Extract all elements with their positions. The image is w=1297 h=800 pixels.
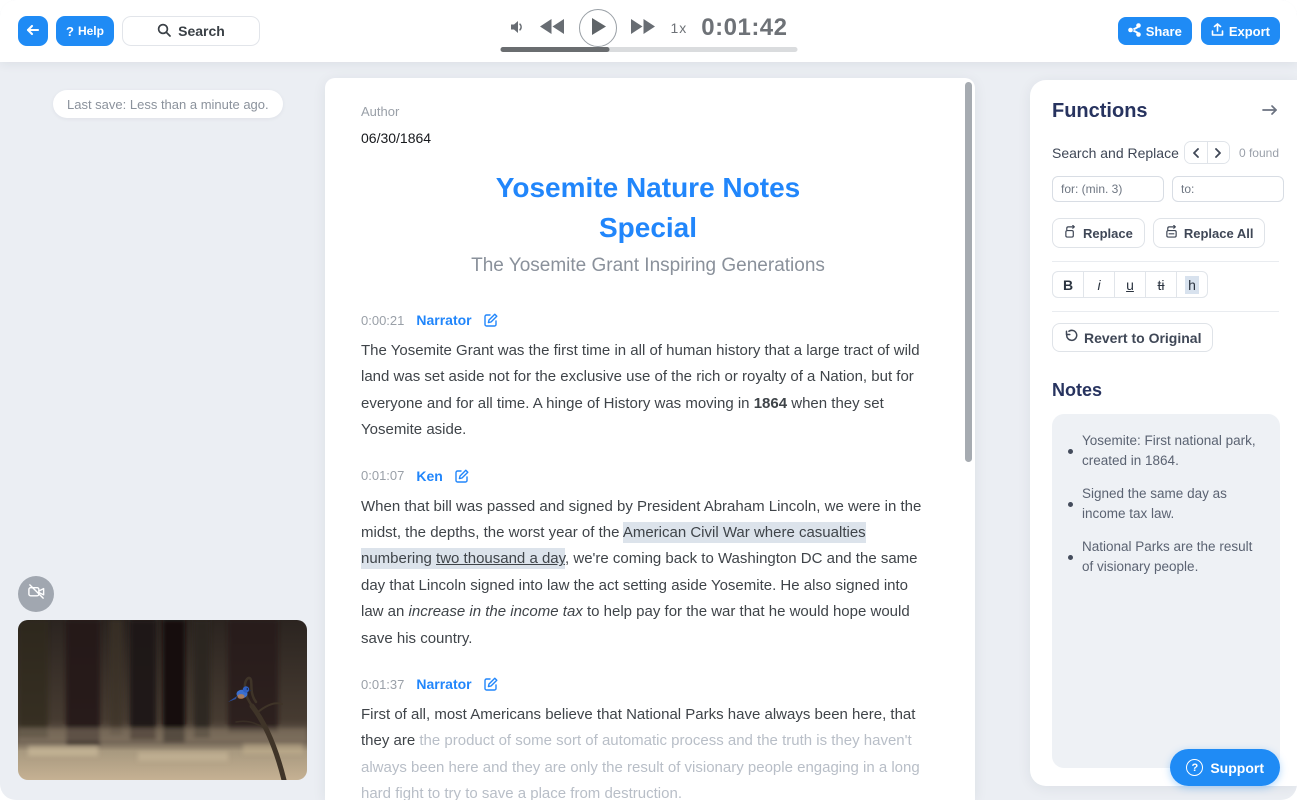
playback-speed-button[interactable]: 1x [670, 20, 687, 36]
edit-speaker-icon[interactable] [455, 469, 469, 483]
bullet-icon [1068, 555, 1073, 560]
help-button[interactable]: ? Help [56, 16, 114, 46]
underline-button[interactable]: u [1114, 271, 1146, 298]
revert-icon [1064, 329, 1078, 346]
note-item: Signed the same day as income tax law. [1068, 484, 1264, 524]
playback-time: 0:01:42 [701, 14, 787, 42]
notes-box[interactable]: Yosemite: First national park, created i… [1052, 414, 1280, 768]
timestamp[interactable]: 0:00:21 [361, 313, 404, 328]
fast-forward-button[interactable] [631, 19, 656, 37]
bold-button[interactable]: B [1052, 271, 1084, 298]
edit-speaker-icon[interactable] [484, 313, 498, 327]
export-label: Export [1229, 24, 1270, 39]
camera-off-icon [27, 582, 46, 606]
edit-speaker-icon[interactable] [484, 677, 498, 691]
playback-controls: 1x 0:01:42 [479, 0, 819, 62]
timestamp[interactable]: 0:01:07 [361, 468, 404, 483]
share-label: Share [1146, 24, 1182, 39]
transcript-paragraph: 0:00:21 Narrator The Yosemite Grant was … [361, 312, 935, 444]
search-icon [157, 23, 171, 40]
camera-off-button[interactable] [18, 576, 54, 612]
speaker-name[interactable]: Narrator [416, 676, 471, 692]
timestamp[interactable]: 0:01:37 [361, 677, 404, 692]
playback-progress-bar[interactable] [500, 47, 797, 52]
question-icon: ? [1186, 759, 1203, 776]
back-arrow-icon [25, 22, 41, 41]
document-subtitle[interactable]: The Yosemite Grant Inspiring Generations [361, 255, 935, 277]
bullet-icon [1068, 502, 1073, 507]
speaker-name[interactable]: Ken [416, 468, 442, 484]
transcript-text[interactable]: First of all, most Americans believe tha… [361, 702, 931, 800]
matches-found-count: 0 found [1239, 146, 1279, 160]
last-save-status: Last save: Less than a minute ago. [53, 90, 283, 118]
volume-button[interactable] [509, 19, 526, 38]
transcript-paragraph: 0:01:07 Ken When that bill was passed an… [361, 468, 935, 652]
arrow-right-icon [1261, 103, 1279, 120]
search-input[interactable]: Search [122, 16, 260, 46]
replace-with-input[interactable] [1172, 176, 1284, 202]
volume-icon [509, 19, 526, 38]
progress-fill [500, 47, 610, 52]
previous-match-button[interactable] [1185, 142, 1207, 163]
italic-button[interactable]: i [1083, 271, 1115, 298]
search-replace-label: Search and Replace [1052, 145, 1184, 161]
revert-to-original-button[interactable]: Revert to Original [1052, 323, 1213, 352]
notes-title: Notes [1052, 380, 1279, 401]
highlight-button[interactable]: h [1176, 271, 1208, 298]
export-button[interactable]: Export [1201, 17, 1280, 45]
highlighted-underlined-text: two thousand a day [436, 548, 565, 569]
question-icon: ? [66, 24, 74, 39]
author-label: Author [361, 104, 935, 119]
transcript-document: Author 06/30/1864 Yosemite Nature Notes … [325, 78, 975, 800]
divider [1052, 261, 1279, 262]
format-toolbar: B i u ti h [1052, 271, 1279, 298]
bullet-icon [1068, 449, 1073, 454]
functions-panel: Functions Search and Replace 0 found [1030, 80, 1297, 786]
transcript-text[interactable]: The Yosemite Grant was the first time in… [361, 338, 931, 444]
back-button[interactable] [18, 16, 48, 46]
transcript-paragraph: 0:01:37 Narrator First of all, most Amer… [361, 676, 935, 800]
replace-button[interactable]: Replace [1052, 218, 1145, 248]
fast-forward-icon [631, 19, 656, 37]
functions-title: Functions [1052, 100, 1148, 123]
help-label: Help [78, 24, 104, 38]
app-window: ? Help Search [0, 0, 1297, 800]
transcript-text[interactable]: When that bill was passed and signed by … [361, 494, 931, 652]
rewind-button[interactable] [540, 19, 565, 37]
forest-bird-scene [18, 620, 307, 780]
share-button[interactable]: Share [1118, 17, 1192, 45]
support-button[interactable]: ? Support [1170, 749, 1280, 786]
video-preview[interactable] [18, 620, 307, 780]
document-title[interactable]: Yosemite Nature Notes Special [361, 168, 935, 248]
speaker-name[interactable]: Narrator [416, 312, 471, 328]
collapse-panel-button[interactable] [1261, 103, 1279, 120]
search-label: Search [178, 23, 225, 39]
rewind-icon [540, 19, 565, 37]
unplayed-text: the product of some sort of automatic pr… [361, 732, 920, 800]
replace-all-button[interactable]: Replace All [1153, 218, 1266, 248]
export-icon [1211, 23, 1224, 40]
play-button[interactable] [579, 9, 617, 47]
replace-icon [1064, 225, 1077, 241]
share-icon [1128, 23, 1141, 40]
top-toolbar: ? Help Search [0, 0, 1297, 62]
divider [1052, 311, 1279, 312]
document-scrollbar[interactable] [965, 82, 972, 462]
strikethrough-button[interactable]: ti [1145, 271, 1177, 298]
play-icon [591, 18, 606, 38]
replace-all-icon [1165, 225, 1178, 241]
document-date[interactable]: 06/30/1864 [361, 130, 935, 146]
note-item: Yosemite: First national park, created i… [1068, 431, 1264, 471]
find-input[interactable] [1052, 176, 1164, 202]
next-match-button[interactable] [1207, 142, 1229, 163]
note-item: National Parks are the result of visiona… [1068, 537, 1264, 577]
